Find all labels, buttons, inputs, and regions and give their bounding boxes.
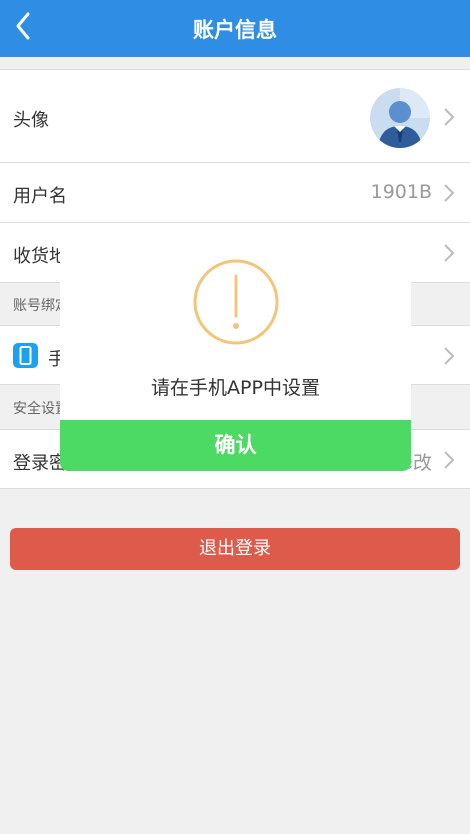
- username-label: 用户名: [13, 186, 67, 207]
- chevron-right-icon: [444, 108, 455, 126]
- header-bar: 账户信息: [0, 0, 470, 57]
- confirm-button[interactable]: 确认: [60, 420, 411, 471]
- avatar-row[interactable]: 头像: [0, 69, 470, 163]
- username-value: 1901B: [370, 181, 432, 203]
- avatar-label: 头像: [13, 110, 49, 131]
- logout-button[interactable]: 退出登录: [10, 528, 460, 570]
- username-row[interactable]: 用户名 1901B: [0, 163, 470, 223]
- dialog-message: 请在手机APP中设置: [151, 377, 320, 399]
- chevron-right-icon: [444, 184, 455, 202]
- page-title: 账户信息: [193, 18, 277, 42]
- avatar: [370, 88, 430, 148]
- phone-icon: [13, 343, 38, 368]
- alert-dialog: 请在手机APP中设置 确认: [60, 240, 411, 471]
- chevron-right-icon: [444, 244, 455, 262]
- warning-icon: [193, 259, 279, 345]
- chevron-right-icon: [444, 451, 455, 469]
- chevron-right-icon: [444, 347, 455, 365]
